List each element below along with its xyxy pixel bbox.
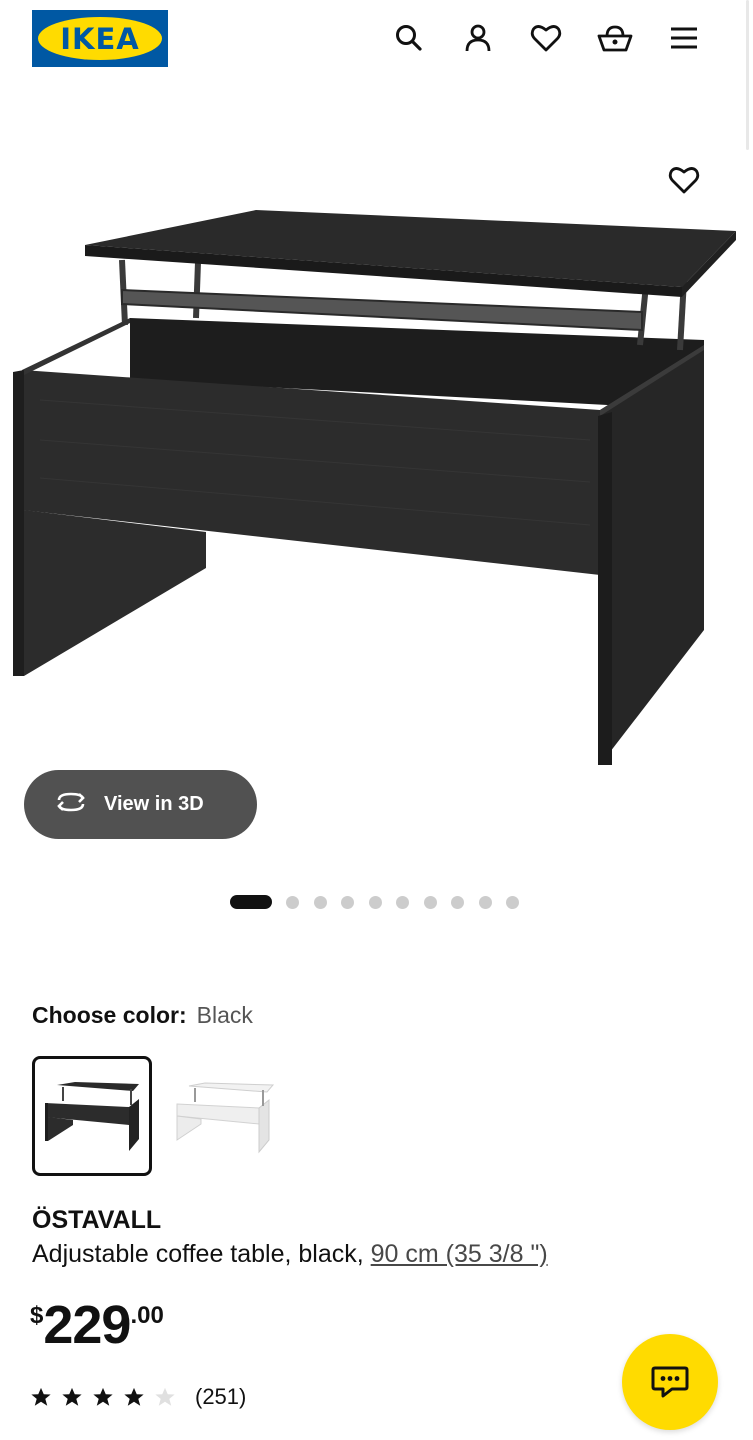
color-swatch-black[interactable] [32,1056,152,1176]
logo-text: IKEA [60,21,140,56]
basket-icon[interactable] [597,20,633,56]
rotate-3d-icon [54,791,88,819]
carousel-dot[interactable] [451,895,464,909]
color-swatch-white[interactable] [165,1056,285,1176]
header: IKEA [0,0,753,78]
carousel-dot[interactable] [506,895,519,909]
heart-icon[interactable] [528,20,564,56]
product-description-text: Adjustable coffee table, black, [32,1240,364,1268]
carousel-dot[interactable] [313,895,327,909]
product-name: ÖSTAVALL [32,1206,162,1234]
view-in-3d-label: View in 3D [104,793,204,815]
review-count: (251) [195,1384,247,1409]
chat-icon [651,1366,689,1398]
account-icon[interactable] [460,20,496,56]
carousel-dot[interactable] [286,895,299,909]
product-description: Adjustable coffee table, black, 90 cm (3… [32,1240,548,1269]
price-decimal: .00 [130,1302,164,1329]
carousel-dot[interactable] [230,895,272,909]
color-chooser: Choose color: Black [32,1002,253,1029]
product-price: $229.00 [30,1298,164,1352]
star-filled-icon [31,1387,51,1406]
selected-color: Black [196,1002,253,1028]
image-carousel-dots [230,894,534,910]
search-icon[interactable] [391,20,427,56]
product-image[interactable] [0,80,753,780]
add-to-favourites-icon[interactable] [664,160,704,200]
carousel-dot[interactable] [368,895,382,909]
star-filled-icon [62,1387,82,1406]
view-in-3d-button[interactable]: View in 3D [24,770,257,839]
star-empty-icon [155,1387,175,1406]
star-filled-icon [124,1387,144,1406]
color-label: Choose color: [32,1002,187,1028]
coffee-table-illustration [13,210,736,765]
star-filled-icon [93,1387,113,1406]
price-integer: 229 [43,1295,131,1355]
carousel-dot[interactable] [341,895,354,909]
chat-button[interactable] [622,1334,718,1430]
product-rating[interactable]: (251) [30,1384,246,1410]
product-size-link[interactable]: 90 cm (35 3/8 ") [371,1240,548,1268]
ikea-logo[interactable]: IKEA [32,10,168,67]
menu-icon[interactable] [666,20,702,56]
carousel-dot[interactable] [423,895,437,909]
price-currency: $ [30,1302,44,1329]
carousel-dot[interactable] [478,895,492,909]
carousel-dot[interactable] [396,895,409,909]
